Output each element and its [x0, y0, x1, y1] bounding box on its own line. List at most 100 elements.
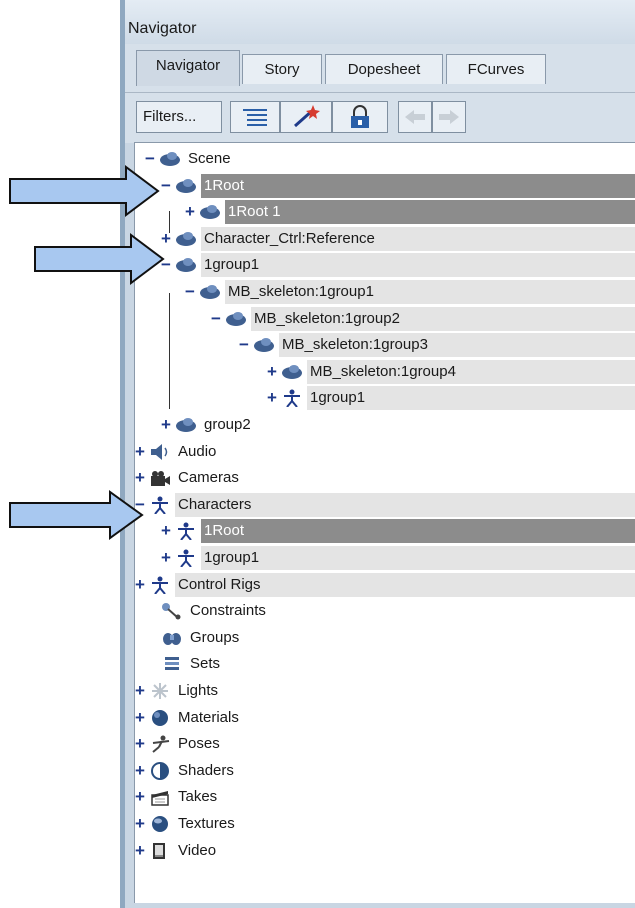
- tree-row[interactable]: − MB_skeleton:1group2: [135, 306, 635, 332]
- clapper-icon: [149, 788, 171, 806]
- tab-fcurves[interactable]: FCurves: [446, 54, 546, 84]
- character-icon: [149, 576, 171, 595]
- model-icon: [175, 256, 197, 274]
- tree-row[interactable]: − 1Root: [135, 173, 635, 199]
- tree-row[interactable]: − MB_skeleton:1group3: [135, 332, 635, 358]
- tree-row[interactable]: Groups: [135, 625, 635, 651]
- expand-icon[interactable]: +: [135, 838, 149, 864]
- filters-button[interactable]: Filters...: [136, 101, 222, 133]
- tab-story[interactable]: Story: [242, 54, 322, 84]
- expand-icon[interactable]: +: [135, 678, 149, 704]
- camera-icon: [149, 469, 171, 487]
- forward-button[interactable]: [432, 101, 466, 133]
- tree-row[interactable]: + Cameras: [135, 465, 635, 491]
- light-icon: [149, 682, 171, 700]
- tree-row[interactable]: +1group1: [135, 385, 635, 411]
- wand-button[interactable]: [280, 101, 332, 133]
- expand-icon[interactable]: +: [161, 545, 175, 571]
- callout-arrow-characters: [9, 490, 144, 540]
- tree-row[interactable]: + Audio: [135, 439, 635, 465]
- expand-icon[interactable]: +: [135, 731, 149, 757]
- tree-row[interactable]: + Takes: [135, 784, 635, 810]
- expand-icon[interactable]: +: [135, 439, 149, 465]
- tree-item-label: 1group1: [310, 389, 366, 406]
- pose-icon: [149, 735, 171, 753]
- navigator-panel: Navigator Navigator Story Dopesheet FCur…: [120, 0, 635, 908]
- tree-row[interactable]: −1group1: [135, 252, 635, 278]
- row-highlight: [225, 200, 635, 224]
- row-highlight: [201, 174, 635, 198]
- expand-icon[interactable]: +: [185, 199, 199, 225]
- tree-item-label: Textures: [178, 815, 235, 832]
- tree-item-label: Groups: [190, 629, 240, 646]
- toolbar: Filters...: [120, 92, 635, 143]
- tree-row[interactable]: + Materials: [135, 705, 635, 731]
- tree-row[interactable]: Sets: [135, 651, 635, 677]
- lock-button[interactable]: [332, 101, 388, 133]
- tree-row[interactable]: − Scene: [135, 146, 635, 172]
- expand-icon[interactable]: +: [267, 385, 281, 411]
- tree-row[interactable]: − Characters: [135, 492, 635, 518]
- window-title: Navigator: [128, 20, 197, 37]
- tree-row[interactable]: + Video: [135, 838, 635, 864]
- collapse-icon[interactable]: −: [211, 306, 225, 332]
- tree-row[interactable]: Constraints: [135, 598, 635, 624]
- tree-row[interactable]: − MB_skeleton:1group1: [135, 279, 635, 305]
- tree-item-label: Takes: [178, 788, 218, 805]
- model-icon: [175, 230, 197, 248]
- expand-icon[interactable]: +: [135, 465, 149, 491]
- tree-row[interactable]: + Shaders: [135, 758, 635, 784]
- tree-item-label: Lights: [178, 682, 219, 699]
- expand-icon[interactable]: +: [135, 811, 149, 837]
- expand-icon[interactable]: +: [161, 518, 175, 544]
- callout-arrow-1group1: [34, 233, 165, 285]
- tree-row[interactable]: + MB_skeleton:1group4: [135, 359, 635, 385]
- tree-row[interactable]: + Character_Ctrl:Reference: [135, 226, 635, 252]
- tree-item-label: Audio: [178, 443, 217, 460]
- tab-navigator[interactable]: Navigator: [136, 50, 240, 86]
- expand-icon[interactable]: +: [135, 784, 149, 810]
- tree-item-label: 1group1: [204, 256, 260, 273]
- model-icon: [225, 310, 247, 328]
- tree-row[interactable]: + Textures: [135, 811, 635, 837]
- shader-icon: [149, 762, 171, 780]
- tree-item-label: Video: [178, 842, 217, 859]
- tree-row[interactable]: + Lights: [135, 678, 635, 704]
- tree-item-label: MB_skeleton:1group4: [310, 363, 456, 380]
- expand-icon[interactable]: +: [135, 758, 149, 784]
- tree-row[interactable]: +1Root 1: [135, 199, 635, 225]
- row-highlight: [201, 546, 635, 570]
- tree-row[interactable]: + Poses: [135, 731, 635, 757]
- tree-item-label: MB_skeleton:1group1: [228, 283, 374, 300]
- back-button[interactable]: [398, 101, 432, 133]
- collapse-icon[interactable]: −: [239, 332, 253, 358]
- texture-icon: [149, 815, 171, 833]
- expand-icon[interactable]: +: [161, 412, 175, 438]
- collapse-icon[interactable]: −: [161, 173, 175, 199]
- tree-item-label: 1Root 1: [228, 203, 281, 220]
- tree-row[interactable]: + group2: [135, 412, 635, 438]
- tree-item-label: 1Root: [204, 522, 245, 539]
- model-icon: [175, 177, 197, 195]
- model-icon: [199, 203, 221, 221]
- expand-icon[interactable]: +: [267, 359, 281, 385]
- tree-row[interactable]: + Control Rigs: [135, 572, 635, 598]
- expand-icon[interactable]: +: [135, 572, 149, 598]
- collapse-icon[interactable]: −: [185, 279, 199, 305]
- tree-row[interactable]: +1group1: [135, 545, 635, 571]
- sets-icon: [161, 655, 183, 673]
- wand-icon: [294, 105, 320, 128]
- tree-item-label: Characters: [178, 496, 252, 513]
- tree-row[interactable]: +1Root: [135, 518, 635, 544]
- expand-icon[interactable]: +: [135, 705, 149, 731]
- tree-item-label: Poses: [178, 735, 220, 752]
- character-icon: [175, 549, 197, 568]
- tab-dopesheet[interactable]: Dopesheet: [325, 54, 443, 84]
- constraint-icon: [161, 602, 183, 620]
- row-highlight: [201, 253, 635, 277]
- tree-item-label: Sets: [190, 655, 221, 672]
- list-view-button[interactable]: [230, 101, 280, 133]
